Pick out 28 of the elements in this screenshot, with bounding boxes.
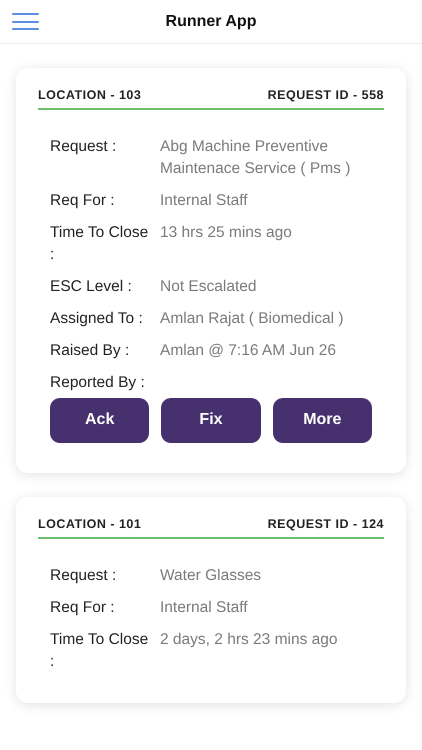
request-id-label: REQUEST ID - 124 <box>268 516 384 533</box>
field-value: Not Escalated <box>160 276 258 297</box>
field-label: Request : <box>50 566 118 586</box>
action-button[interactable]: Ack <box>50 398 150 443</box>
field-label: Time To Close : <box>50 222 150 265</box>
location-label: LOCATION - 101 <box>38 516 142 533</box>
field-label: Assigned To : <box>50 308 144 329</box>
field-value: Internal Staff <box>160 190 249 211</box>
field-value: 13 hrs 25 mins ago <box>160 222 293 243</box>
field-value: Water Glasses <box>160 566 262 586</box>
field-label: Req For : <box>50 598 116 618</box>
request-id-label: REQUEST ID - 558 <box>268 87 384 104</box>
field-label: Reported By : <box>50 372 146 393</box>
field-value: Abg Machine Preventive Maintenace Service ( Pms ) <box>160 136 352 179</box>
field-label: ESC Level : <box>50 276 133 297</box>
field-value: Internal Staff <box>160 598 249 618</box>
menu-icon[interactable] <box>12 13 39 30</box>
field-label: Req For : <box>50 190 116 211</box>
location-label: LOCATION - 103 <box>38 87 142 104</box>
field-value: Amlan @ 7:16 AM Jun 26 <box>160 340 337 361</box>
app-title: Runner App <box>166 12 256 32</box>
field-label: Raised By : <box>50 340 130 361</box>
field-value: 2 days, 2 hrs 23 mins ago <box>160 630 338 650</box>
field-label: Time To Close : <box>50 630 150 672</box>
field-label: Request : <box>50 136 118 157</box>
action-button[interactable]: More <box>272 398 372 443</box>
action-button[interactable]: Fix <box>161 398 261 443</box>
field-value: Amlan Rajat ( Biomedical ) <box>160 308 344 329</box>
